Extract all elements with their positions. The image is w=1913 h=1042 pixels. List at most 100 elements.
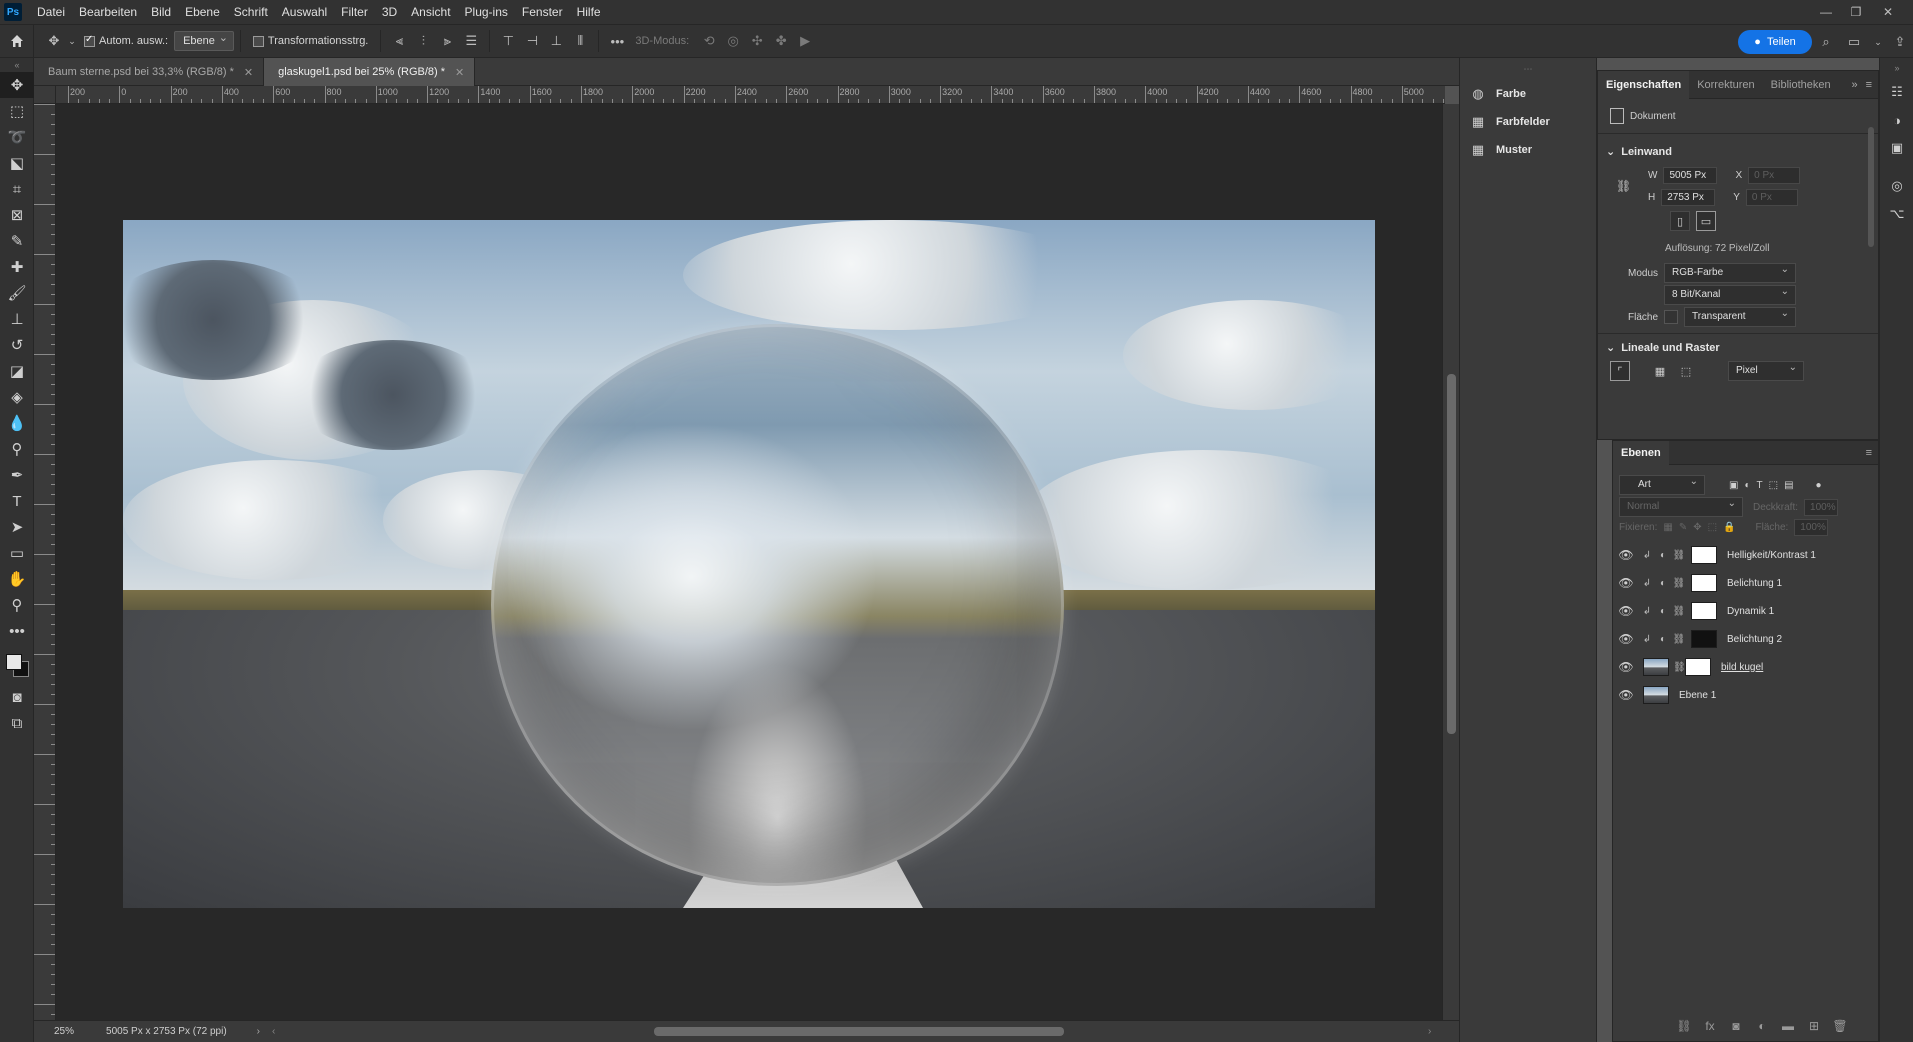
fill-dropdown[interactable]: Transparent [1684,305,1797,327]
foreground-color-swatch[interactable] [6,654,22,670]
align-bottom-icon[interactable]: ⊥ [544,29,568,53]
menu-plugins[interactable]: Plug-ins [458,0,515,24]
new-adjustment-icon[interactable]: ◐ [1751,1019,1773,1033]
lock-all-icon[interactable]: 🔒 [1723,522,1735,533]
portrait-orientation-icon[interactable]: ▯ [1670,211,1690,231]
history-brush-tool-icon[interactable]: ↺ [0,332,34,358]
layer-row[interactable]: 👁 ↲ ◐ ⛓ Dynamik 1 [1613,597,1865,625]
search-icon[interactable]: ⌕ [1814,30,1838,54]
layer-row[interactable]: 👁 ↲ ◐ ⛓ Helligkeit/Kontrast 1 [1613,541,1865,569]
color-swatches[interactable] [0,644,34,684]
menu-filter[interactable]: Filter [334,0,375,24]
document-image[interactable] [123,220,1375,908]
menu-bearbeiten[interactable]: Bearbeiten [72,0,144,24]
type-tool-icon[interactable]: T [0,488,34,514]
close-tab-icon[interactable]: ✕ [244,66,253,79]
layer-mask-thumbnail[interactable] [1691,630,1717,648]
ruler-unit-dropdown[interactable]: Pixel [1728,359,1804,381]
menu-bild[interactable]: Bild [144,0,178,24]
quick-mask-icon[interactable]: ◙ [0,684,34,710]
visibility-eye-icon[interactable]: 👁 [1613,604,1639,618]
link-icon[interactable]: ⛓ [1671,550,1687,561]
visibility-eye-icon[interactable]: 👁 [1613,660,1639,674]
lock-image-icon[interactable]: ✎ [1679,522,1687,533]
share-button[interactable]: ● Teilen [1738,30,1812,54]
visibility-eye-icon[interactable]: 👁 [1613,576,1639,590]
layer-thumbnail[interactable] [1643,658,1669,676]
layer-mask-thumbnail[interactable] [1691,546,1717,564]
filter-adjustment-icon[interactable]: ◐ [1744,480,1750,491]
fill-color-swatch[interactable] [1664,310,1679,324]
auto-select-checkbox[interactable]: Autom. ausw.: [84,34,168,47]
distribute-vertical-icon[interactable]: ☰ [459,29,483,53]
vertical-scrollbar[interactable] [1442,104,1459,1020]
horizontal-ruler[interactable]: 200 0 200 400 600 800 1000 1200 1400 1600 1800 2000… [56,86,1445,104]
path-selection-tool-icon[interactable]: ➤ [0,514,34,540]
new-layer-icon[interactable]: ⊞ [1803,1019,1825,1033]
layer-row[interactable]: 👁 ↲ ◐ ⛓ Belichtung 2 [1613,625,1865,653]
filter-toggle-icon[interactable]: ● [1816,480,1822,491]
layer-name[interactable]: Ebene 1 [1679,690,1716,701]
layer-name[interactable]: Belichtung 2 [1727,634,1782,645]
guides-icon[interactable]: ⬚ [1676,361,1696,381]
layer-row[interactable]: 👁 ⛓ bild kugel [1613,653,1865,681]
grid-icon[interactable]: ▦ [1650,361,1670,381]
lock-transparent-icon[interactable]: ▦ [1663,522,1672,533]
ruler-toggle-icon[interactable]: ⌜ [1610,361,1630,381]
preset-chevron-icon[interactable]: ⌄ [66,29,78,53]
lasso-tool-icon[interactable]: ➰ [0,124,34,150]
menu-ansicht[interactable]: Ansicht [404,0,457,24]
new-group-icon[interactable]: ▬ [1777,1019,1799,1033]
distribute-horizontal-icon[interactable]: ⦀ [568,29,592,53]
panel-expand-icon[interactable]: » [1851,79,1857,91]
pen-tool-icon[interactable]: ✒ [0,462,34,488]
link-layers-icon[interactable]: ⛓ [1673,1019,1695,1033]
link-icon[interactable]: ⛓ [1671,578,1687,589]
3d-slide-icon[interactable]: ✤ [769,29,793,53]
link-icon[interactable]: ⛓ [1671,634,1687,645]
libraries-panel-icon[interactable]: ▣ [1880,134,1913,162]
panel-menu-icon[interactable]: ≡ [1866,79,1872,91]
crop-tool-icon[interactable]: ⌗ [0,176,34,202]
bit-depth-dropdown[interactable]: 8 Bit/Kanal [1664,283,1796,305]
paint-bucket-tool-icon[interactable]: ◈ [0,384,34,410]
paths-panel-icon[interactable]: ⌥ [1880,200,1913,228]
tab-eigenschaften[interactable]: Eigenschaften [1598,70,1690,99]
zoom-level[interactable]: 25% [54,1026,74,1037]
visibility-eye-icon[interactable]: 👁 [1613,548,1639,562]
layer-mask-thumbnail[interactable] [1685,658,1711,676]
link-icon[interactable]: ⛓ [1671,606,1687,617]
auto-select-dropdown[interactable]: Ebene [174,29,234,51]
dock-farbe[interactable]: ◍ Farbe [1460,80,1596,108]
ruler-origin[interactable] [34,86,56,104]
3d-orbit-icon[interactable]: ⟲ [697,29,721,53]
layer-mask-thumbnail[interactable] [1691,574,1717,592]
close-tab-icon[interactable]: ✕ [455,66,464,79]
vertical-ruler[interactable] [34,104,56,1020]
collapse-toolbar-icon[interactable]: « [0,58,34,72]
dodge-tool-icon[interactable]: ⚲ [0,436,34,462]
move-tool-preset-icon[interactable]: ✥ [42,29,66,53]
close-window-icon[interactable]: ✕ [1874,0,1902,24]
rectangle-tool-icon[interactable]: ▭ [0,540,34,566]
dock-grip[interactable]: ⋯ [1460,58,1596,80]
layer-filter-dropdown[interactable]: Art [1619,473,1705,495]
layer-fill-field[interactable]: 100% [1794,519,1829,536]
transform-controls-checkbox[interactable]: Transformationsstrg. [252,35,368,47]
layer-row[interactable]: 👁 Ebene 1 [1613,681,1865,709]
healing-brush-tool-icon[interactable]: ✚ [0,254,34,280]
object-selection-tool-icon[interactable]: ⬕ [0,150,34,176]
width-field[interactable]: 5005 Px [1663,167,1718,184]
layer-name[interactable]: Dynamik 1 [1727,606,1774,617]
3d-roll-icon[interactable]: ◎ [721,29,745,53]
marquee-tool-icon[interactable]: ⬚ [0,98,34,124]
link-proportions-icon[interactable]: ⛓ [1616,179,1631,193]
more-options-icon[interactable]: ••• [605,29,629,53]
menu-fenster[interactable]: Fenster [515,0,570,24]
height-field[interactable]: 2753 Px [1661,189,1716,206]
x-field[interactable]: 0 Px [1748,167,1801,184]
brush-tool-icon[interactable]: 🖌 [0,280,34,306]
tab-korrekturen[interactable]: Korrekturen [1689,71,1762,99]
tab-baum-sterne[interactable]: Baum sterne.psd bei 33,3% (RGB/8) * ✕ [34,58,265,86]
workspace-icon[interactable]: ▭ [1842,30,1866,54]
